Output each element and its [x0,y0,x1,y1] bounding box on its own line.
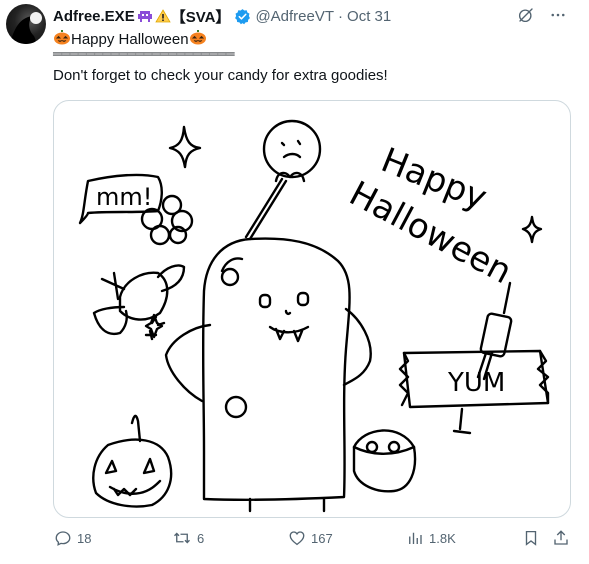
tweet-action-bar: 18 6 167 1.8K [52,529,572,551]
top-right-actions [517,6,567,24]
reply-button[interactable]: 18 [54,529,91,547]
candy-bag-doodle [352,429,417,493]
tweet-text-body: Don't forget to check your candy for ext… [53,67,388,84]
separator-dot: · [338,7,344,25]
yum-banner-doodle: YUM [398,349,550,409]
wrapped-candy-doodle [92,264,186,341]
reply-count: 18 [77,530,92,546]
syringe-doodle [452,281,513,435]
more-icon[interactable] [549,6,567,24]
alien-monster-icon [137,9,153,23]
lollipop-doodle [244,119,322,241]
repost-count: 6 [197,530,205,546]
sparkle-doodle [168,125,202,169]
bookmark-button[interactable] [522,529,540,547]
avatar[interactable] [6,4,46,44]
repost-button[interactable]: 6 [172,529,204,547]
like-count: 167 [311,530,333,546]
mms-bubble-doodle: mm! [78,173,194,246]
share-button[interactable] [552,529,570,547]
grok-icon[interactable] [517,6,535,24]
like-icon [289,531,305,546]
views-button[interactable]: 1.8K [406,529,456,547]
tweet-text-divider: ══════════════════════ [53,46,235,61]
bookmark-icon [525,530,537,546]
timestamp[interactable]: Oct 31 [347,8,391,25]
name-suffix: 【SVA】 [170,8,231,26]
display-name[interactable]: Adfree.EXE [53,8,135,25]
pumpkin-doodle [92,414,173,508]
like-button[interactable]: 167 [288,529,333,547]
reply-icon [55,531,71,546]
sparkle-doodle [521,215,543,244]
share-icon [554,530,568,545]
warning-icon [155,9,171,23]
drawing-yum-text: YUM [447,368,505,398]
tweet-media-image[interactable]: Happy Halloween mm! YUM [53,100,571,518]
tweet-text-greeting: Happy Halloween [71,30,189,48]
views-icon [409,532,422,544]
handle[interactable]: @AdfreeVT [255,8,334,25]
views-count: 1.8K [429,530,456,546]
drawing-mms-text: mm! [96,183,152,211]
verified-badge-icon[interactable] [234,8,251,25]
tweet-header: Adfree.EXE 【SVA】 @AdfreeVT · Oct 31 [53,6,391,26]
character-doodle [164,237,372,513]
repost-icon [174,532,190,544]
